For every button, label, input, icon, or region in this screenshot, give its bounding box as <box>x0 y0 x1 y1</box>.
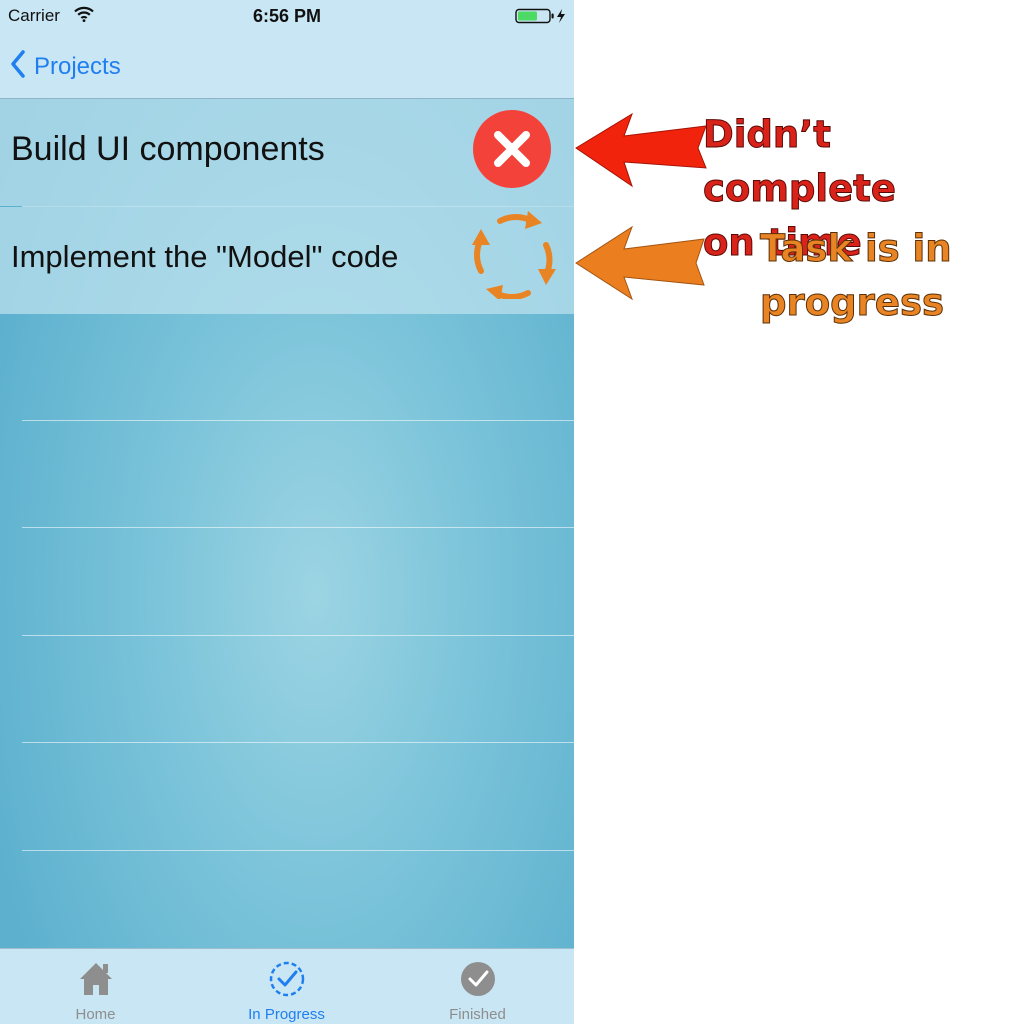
row-divider <box>22 850 574 851</box>
error-x-icon <box>470 109 554 198</box>
tab-label: In Progress <box>248 1006 325 1023</box>
navigation-bar: Projects <box>0 32 574 99</box>
tab-label: Finished <box>449 1006 506 1023</box>
tab-finished[interactable]: Finished <box>382 949 573 1024</box>
tab-home[interactable]: Home <box>0 949 191 1024</box>
dashed-check-circle-icon <box>267 959 307 1004</box>
phone-screen: Carrier 6:56 PM Projects Build UI compon… <box>0 0 574 1024</box>
back-button[interactable]: Projects <box>10 50 121 83</box>
task-title: Build UI components <box>11 130 325 168</box>
task-row[interactable]: Implement the "Model" code <box>0 207 574 314</box>
row-divider <box>22 635 574 636</box>
annotation-line: progress <box>760 281 945 325</box>
annotation-line: Task is in <box>760 227 953 271</box>
row-divider <box>22 420 574 421</box>
task-row[interactable]: Build UI components <box>0 99 574 206</box>
task-title: Implement the "Model" code <box>11 239 399 274</box>
status-bar: Carrier 6:56 PM <box>0 0 574 32</box>
house-icon <box>76 959 116 1002</box>
annotation-line: Didn’t complete <box>703 113 897 211</box>
tab-bar: Home In Progress Finished <box>0 948 574 1024</box>
row-divider <box>22 527 574 528</box>
battery-icon <box>515 8 569 29</box>
red-arrow-icon <box>575 112 707 188</box>
check-circle-icon <box>458 959 498 1004</box>
chevron-left-icon <box>10 50 26 83</box>
refresh-arrows-icon <box>470 209 558 304</box>
task-list: Build UI components Implement the "Model… <box>0 99 574 314</box>
orange-arrow-icon <box>575 225 705 301</box>
clock-label: 6:56 PM <box>252 6 322 26</box>
tab-in-progress[interactable]: In Progress <box>191 949 382 1024</box>
row-divider <box>22 742 574 743</box>
in-progress-annotation: Task is in progress <box>760 222 953 330</box>
tab-label: Home <box>75 1006 116 1023</box>
back-button-label: Projects <box>34 52 121 80</box>
